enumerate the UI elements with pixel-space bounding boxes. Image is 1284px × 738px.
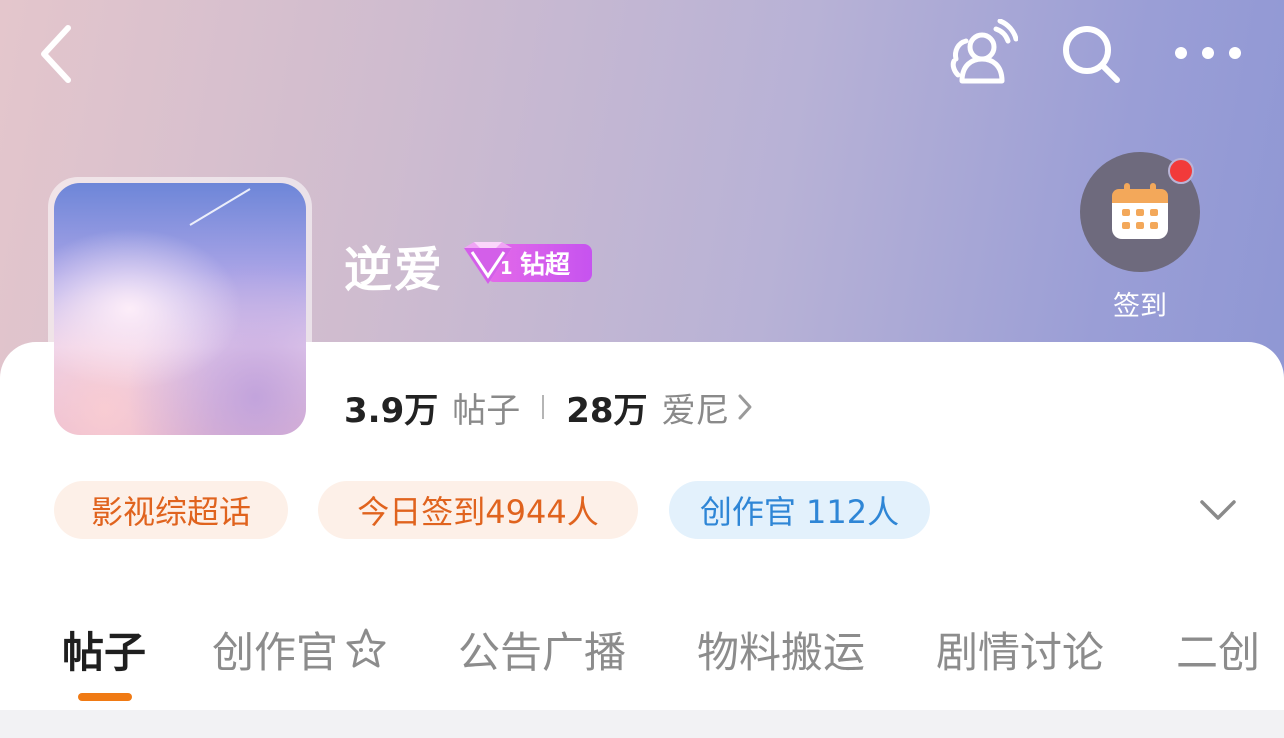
tab-bar: 帖子 创作官 公告广播 物料搬运 剧情讨论 二创: [0, 618, 1284, 680]
user-broadcast-button[interactable]: [946, 18, 1020, 88]
back-button[interactable]: [28, 22, 84, 86]
stat-separator: [542, 395, 545, 419]
avatar-image: [54, 183, 306, 435]
tab-announcements[interactable]: 公告广播: [458, 618, 626, 680]
checkin-circle: [1080, 152, 1200, 272]
chevron-down-icon: [1200, 500, 1236, 520]
topic-title: 逆爱: [344, 242, 445, 298]
tab-posts[interactable]: 帖子: [62, 618, 146, 680]
notification-dot: [1168, 158, 1194, 184]
tab-label: 创作官: [212, 627, 339, 677]
badge-level: 1: [500, 258, 513, 279]
more-button[interactable]: [1166, 30, 1250, 76]
search-icon: [1063, 26, 1120, 83]
tab-label: 公告广播: [458, 627, 627, 677]
posts-count: 3.9万: [344, 390, 439, 431]
star-cat-icon: [346, 628, 386, 668]
expand-button[interactable]: [1194, 490, 1242, 530]
tab-label: 二创: [1176, 627, 1261, 677]
tab-fan-creations[interactable]: 二创: [1176, 618, 1260, 680]
tab-creators[interactable]: 创作官: [212, 618, 390, 680]
calendar-icon: [1112, 183, 1168, 239]
search-button[interactable]: [1056, 20, 1126, 88]
topic-stats[interactable]: 3.9万 帖子 28万 爱尼: [344, 384, 754, 431]
topic-avatar[interactable]: [48, 177, 312, 441]
fans-count: 28万: [566, 390, 648, 431]
tab-label: 物料搬运: [697, 627, 866, 677]
active-tab-indicator: [78, 693, 132, 701]
chevron-left-icon: [41, 25, 71, 83]
tag-checkin-count[interactable]: 今日签到4944人: [318, 481, 638, 539]
tag-category[interactable]: 影视综超话: [54, 481, 288, 539]
ellipsis-icon: [1175, 47, 1241, 59]
meteor-streak: [189, 188, 251, 226]
checkin-label: 签到: [1113, 291, 1167, 322]
badge-label: 钻超: [520, 250, 571, 279]
tag-creators[interactable]: 创作官 112人: [669, 481, 930, 539]
chevron-right-icon: [738, 394, 752, 420]
tab-label: 帖子: [62, 627, 147, 677]
user-broadcast-icon: [950, 19, 1018, 84]
tab-label: 剧情讨论: [936, 627, 1105, 677]
checkin-button[interactable]: 签到: [1074, 152, 1206, 332]
fans-label: 爱尼: [661, 390, 730, 431]
tab-plot-discussion[interactable]: 剧情讨论: [936, 618, 1104, 680]
posts-label: 帖子: [452, 390, 521, 431]
diamond-super-badge[interactable]: 1 钻超: [458, 240, 592, 286]
tab-materials[interactable]: 物料搬运: [697, 618, 865, 680]
content-divider: [0, 710, 1284, 738]
